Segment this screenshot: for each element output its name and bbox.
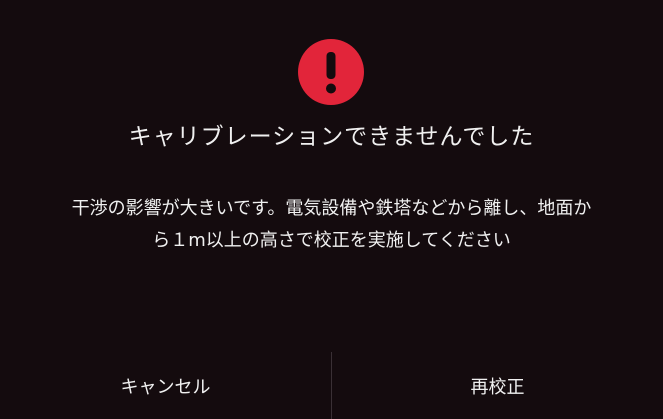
- dialog-footer: キャンセル 再校正: [0, 352, 663, 419]
- cancel-button[interactable]: キャンセル: [0, 352, 331, 419]
- calibration-failed-dialog: キャリブレーションできませんでした 干渉の影響が大きいです。電気設備や鉄塔などか…: [0, 0, 663, 419]
- exclamation-circle-icon: [298, 39, 364, 105]
- message-line-2: ら１m以上の高さで校正を実施してください: [152, 230, 511, 251]
- dialog-title: キャリブレーションできませんでした: [128, 124, 535, 150]
- dialog-message: 干渉の影響が大きいです。電気設備や鉄塔などから離し、地面か ら１m以上の高さで校…: [14, 193, 649, 257]
- message-line-1: 干渉の影響が大きいです。電気設備や鉄塔などから離し、地面か: [71, 198, 592, 219]
- recalibrate-button[interactable]: 再校正: [332, 352, 663, 419]
